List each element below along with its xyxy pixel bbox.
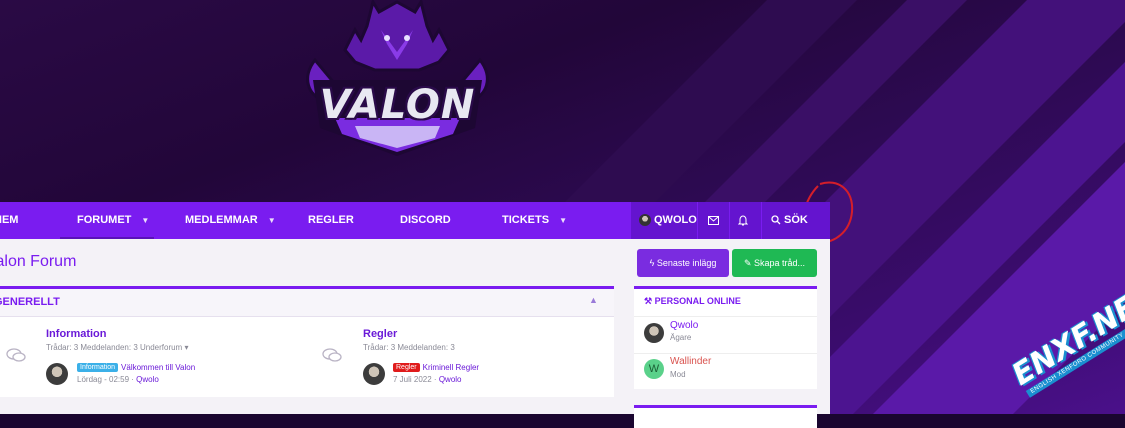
search-button[interactable]: SÖK	[771, 202, 808, 239]
nav-tickets-label: TICKETS	[502, 214, 550, 226]
chevron-down-icon[interactable]: ▼	[268, 216, 276, 225]
chevron-down-icon[interactable]: ▼	[141, 216, 149, 225]
page-title: Valon Forum	[0, 253, 77, 270]
nav-tickets[interactable]: TICKETS ▼	[502, 202, 567, 239]
collapse-icon[interactable]: ▲	[589, 295, 598, 305]
wrench-icon: ⚒	[644, 296, 653, 306]
category-title: GENERELLT	[0, 296, 60, 308]
inbox-button[interactable]	[708, 202, 719, 239]
nav-user-area: QWOLO SÖK	[631, 202, 830, 239]
staff-name[interactable]: Qwolo	[670, 320, 698, 331]
nav-divider	[697, 202, 698, 239]
node-title-rules[interactable]: Regler	[363, 328, 397, 340]
staff-role: Ägare	[670, 333, 692, 342]
latest-user[interactable]: Qwolo	[136, 375, 159, 384]
prefix-badge: Information	[77, 363, 119, 373]
staff-name[interactable]: Wallinder	[670, 356, 711, 367]
avatar[interactable]: W	[644, 359, 664, 379]
latest-posts-button[interactable]: ϟ Senaste inlägg	[637, 249, 729, 277]
wolf-emblem-icon	[306, 0, 489, 156]
chevron-down-icon[interactable]: ▼	[559, 216, 567, 225]
envelope-icon	[708, 215, 719, 225]
category-panel: GENERELLT ▲ Information Trådar: 3 Meddel…	[0, 286, 614, 397]
avatar	[639, 214, 651, 227]
latest-thread-meta: Lördag - 02:59 · Qwolo	[77, 375, 159, 384]
sidebar-widget	[634, 405, 817, 428]
latest-thread-title: Kriminell Regler	[422, 363, 480, 372]
category-header[interactable]: GENERELLT ▲	[0, 289, 614, 317]
nav-rules[interactable]: REGLER	[308, 202, 354, 239]
node-stats: Trådar: 3 Meddelanden: 3 Underforum ▾	[46, 343, 189, 352]
edit-icon: ✎	[743, 258, 752, 268]
latest-thread[interactable]: Information Välkommen till Valon	[77, 363, 196, 373]
avatar[interactable]	[46, 363, 68, 385]
staff-role: Mod	[670, 370, 686, 379]
site-logo[interactable]: VALON	[295, 0, 500, 160]
lightning-icon: ϟ	[649, 258, 655, 268]
staff-online-widget: ⚒ PERSONAL ONLINE Qwolo Ägare W Wallinde…	[634, 286, 817, 389]
node-title-information[interactable]: Information	[46, 328, 107, 340]
latest-date: 7 Juli 2022 ·	[393, 375, 437, 384]
search-label: SÖK	[784, 214, 808, 226]
create-thread-button[interactable]: ✎ Skapa tråd...	[732, 249, 817, 277]
divider	[634, 316, 817, 317]
latest-thread[interactable]: Regler Kriminell Regler	[393, 363, 480, 373]
account-username: QWOLO	[654, 214, 697, 226]
nav-home-label: HEM	[0, 214, 19, 226]
prefix-badge: Regler	[393, 363, 420, 373]
latest-thread-meta: 7 Juli 2022 · Qwolo	[393, 375, 462, 384]
avatar[interactable]	[644, 323, 664, 343]
latest-thread-title: Välkommen till Valon	[121, 363, 196, 372]
nav-home[interactable]: HEM	[0, 202, 18, 239]
nav-discord[interactable]: DISCORD	[400, 202, 451, 239]
main-content: Valon Forum ϟ Senaste inlägg ✎ Skapa trå…	[0, 239, 830, 428]
latest-date: Lördag - 02:59 ·	[77, 375, 134, 384]
alerts-button[interactable]	[737, 202, 749, 239]
create-thread-label: Skapa tråd...	[754, 258, 806, 268]
nav-forum[interactable]: FORUMET ▼	[77, 202, 149, 239]
account-button[interactable]: QWOLO	[639, 202, 697, 239]
avatar[interactable]	[363, 363, 385, 385]
widget-title: ⚒ PERSONAL ONLINE	[644, 296, 741, 306]
chat-bubbles-icon	[6, 347, 26, 368]
search-icon	[771, 215, 781, 225]
divider	[634, 353, 817, 354]
nav-forum-label: FORUMET	[77, 214, 132, 226]
nav-members-label: MEDLEMMAR	[185, 214, 258, 226]
logo-wordmark: VALON	[319, 82, 476, 128]
chat-bubbles-icon	[322, 347, 342, 368]
main-nav: HEM FORUMET ▼ MEDLEMMAR ▼ REGLER DISCORD T…	[0, 202, 830, 240]
nav-rules-label: REGLER	[308, 214, 354, 226]
latest-user[interactable]: Qwolo	[439, 375, 462, 384]
latest-posts-label: Senaste inlägg	[656, 258, 717, 268]
nav-discord-label: DISCORD	[400, 214, 451, 226]
node-stats: Trådar: 3 Meddelanden: 3	[363, 343, 455, 352]
nav-members[interactable]: MEDLEMMAR ▼	[185, 202, 276, 239]
nav-divider	[729, 202, 730, 239]
bell-icon	[737, 215, 749, 226]
nav-divider	[761, 202, 762, 239]
